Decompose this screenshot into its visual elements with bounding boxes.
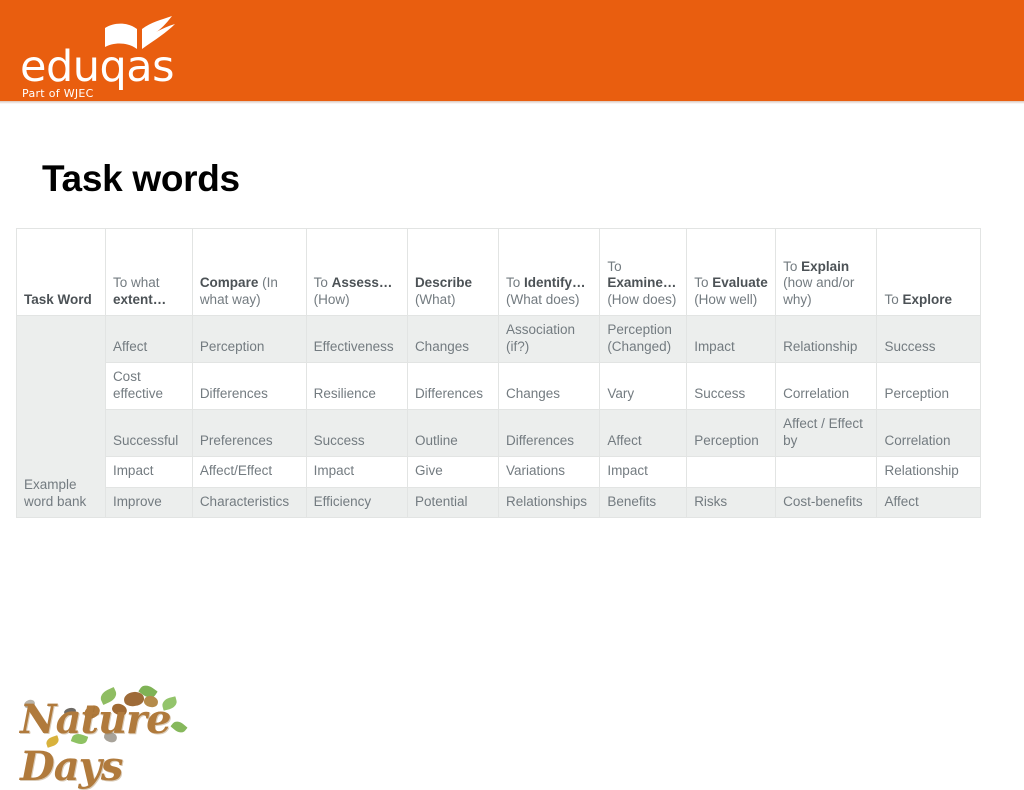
- table-cell: Correlation: [775, 362, 878, 410]
- table-cell: Success: [305, 409, 408, 457]
- eduqas-wordmark: eduqas: [20, 42, 175, 92]
- table-cell: Efficiency: [305, 486, 408, 518]
- table-cell: Give: [406, 456, 499, 488]
- task-words-table: Task Word To what extent… Compare (In wh…: [16, 228, 981, 518]
- table-cell: Differences: [406, 362, 499, 410]
- table-cell: Impact: [599, 456, 688, 488]
- table-cell: Affect: [876, 486, 981, 518]
- table-row: Impact Affect/Effect Impact Give Variations I…: [17, 456, 981, 488]
- table-cell: Perception: [191, 315, 307, 363]
- table-cell: Perception: [686, 409, 777, 457]
- table-cell: Potential: [406, 486, 499, 518]
- column-header-explain: To Explain (how and/or why): [775, 228, 878, 316]
- table-body: Example word bank Affect Perception Effecti…: [16, 315, 981, 518]
- table-cell: Success: [686, 362, 777, 410]
- table-cell: [775, 456, 878, 488]
- table-cell: Preferences: [191, 409, 307, 457]
- table-header: Task Word To what extent… Compare (In wh…: [16, 228, 981, 316]
- table-cell: Affect: [599, 409, 688, 457]
- table-cell: Changes: [497, 362, 601, 410]
- table-cell: Success: [876, 315, 981, 363]
- table-row: Improve Characteristics Efficiency Potentia…: [17, 486, 981, 518]
- column-header-task-word: Task Word: [16, 228, 106, 316]
- brand-header-shadow: [0, 101, 1024, 104]
- table-cell: Impact: [686, 315, 777, 363]
- table-cell: Relationship: [876, 456, 981, 488]
- table-cell: Improve: [104, 486, 193, 518]
- row-header-example-word-bank: Example word bank: [16, 315, 106, 518]
- table-cell: Variations: [497, 456, 601, 488]
- table-cell: Cost-benefits: [775, 486, 878, 518]
- nature-days-wordmark: Nature Days: [20, 696, 172, 790]
- column-header-evaluate: To Evaluate (How well): [686, 228, 777, 316]
- table-cell: Differences: [191, 362, 307, 410]
- table-row: Example word bank Affect Perception Effecti…: [16, 315, 981, 518]
- page-title: Task words: [42, 158, 240, 199]
- table-header-row: Task Word To what extent… Compare (In wh…: [16, 228, 981, 316]
- table-cell: Vary: [599, 362, 688, 410]
- table-cell: Relationships: [497, 486, 601, 518]
- column-header-to-what-extent: To what extent…: [104, 228, 193, 316]
- table-cell: Relationship: [775, 315, 878, 363]
- table-cell: Resilience: [305, 362, 408, 410]
- table-row: Successful Preferences Success Outline Diffe…: [17, 409, 981, 457]
- table-cell: Affect / Effect by: [775, 409, 878, 457]
- table-cell: Perception (Changed): [599, 315, 688, 363]
- table-cell: Benefits: [599, 486, 688, 518]
- table-cell: Differences: [497, 409, 601, 457]
- table-cell: Affect: [104, 315, 193, 363]
- table-row: Cost effective Differences Resilience Diffe…: [17, 362, 981, 410]
- table-cell: Cost effective: [104, 362, 193, 410]
- table-cell: Impact: [104, 456, 193, 488]
- table-cell: Changes: [406, 315, 499, 363]
- table-cell: Affect/Effect: [191, 456, 307, 488]
- table-cell: Outline: [406, 409, 499, 457]
- table-cell: Characteristics: [191, 486, 307, 518]
- table-cell: Perception: [876, 362, 981, 410]
- table-cell: Correlation: [876, 409, 981, 457]
- column-header-assess: To Assess… (How): [305, 228, 408, 316]
- eduqas-logo: eduqas Part of WJEC: [18, 10, 188, 99]
- column-header-compare: Compare (In what way): [191, 228, 307, 316]
- column-header-explore: To Explore: [876, 228, 981, 316]
- table-cell: [686, 456, 777, 488]
- eduqas-tagline: Part of WJEC: [22, 87, 94, 100]
- table-cell: Impact: [305, 456, 408, 488]
- column-header-examine: To Examine… (How does): [599, 228, 688, 316]
- column-header-identify: To Identify… (What does): [497, 228, 601, 316]
- column-header-describe: Describe (What): [406, 228, 499, 316]
- table-cell: Risks: [686, 486, 777, 518]
- nature-days-logo: Nature Days: [12, 682, 242, 790]
- table-cell: Effectiveness: [305, 315, 408, 363]
- table-cell: Association (if?): [497, 315, 601, 363]
- task-words-table-container: Task Word To what extent… Compare (In wh…: [16, 228, 981, 518]
- table-cell: Successful: [104, 409, 193, 457]
